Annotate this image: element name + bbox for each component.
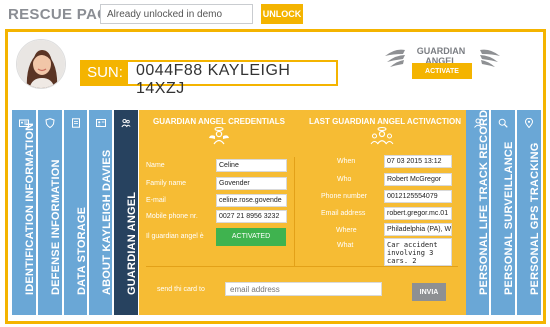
who-field[interactable]: Robert McGregor	[384, 173, 452, 186]
send-email-input[interactable]	[225, 282, 382, 296]
status-label: Il guardian angel è	[146, 233, 204, 240]
phone-number-field[interactable]: 0012125554079	[384, 190, 452, 203]
activation-title: LAST GUARDIAN ANGEL ACTIVACTION	[309, 117, 461, 126]
tab-label: GUARDIAN ANGEL	[126, 191, 138, 295]
send-card-label: send thi card to	[157, 286, 205, 293]
horizontal-divider	[146, 266, 458, 267]
where-label: Where	[336, 227, 357, 234]
when-label: When	[337, 158, 356, 165]
name-label: Name	[146, 162, 165, 169]
tab-about-kayleigh-davies[interactable]: ABOUT KAYLEIGH DAVIES	[89, 110, 113, 315]
tab-label: ABOUT KAYLEIGH DAVIES	[100, 149, 113, 295]
tab-label: IDENTIFICATION INFORMATION	[24, 122, 36, 295]
magnifier-icon	[498, 118, 508, 128]
tab-personal-gps-tracking[interactable]: PERSONAL GPS TRACKING	[517, 110, 542, 315]
tab-personal-life-track-record[interactable]: PERSONAL LIFE TRACK RECORD	[466, 110, 490, 315]
database-icon	[71, 118, 80, 128]
column-divider	[294, 157, 295, 267]
top-bar: RESCUE PAGE UNLOCK	[0, 0, 550, 30]
gps-icon	[524, 118, 534, 128]
right-wing-icon	[480, 49, 500, 67]
unlock-button[interactable]: UNLOCK	[261, 4, 303, 24]
email-field[interactable]: celine.rose.govende	[216, 194, 287, 207]
email-address-field[interactable]: robert.gregor.mc.01	[384, 207, 452, 220]
tab-label: PERSONAL SURVEILLANCE	[503, 141, 515, 295]
where-field[interactable]: Philadelphia (PA), Wa	[384, 223, 452, 236]
activated-status-badge: ACTIVATED	[216, 228, 286, 246]
shield-icon	[45, 118, 55, 128]
mobile-phone-label: Mobile phone nr.	[146, 213, 198, 220]
sun-value: 0044F88 KAYLEIGH 14XZJ	[136, 62, 291, 97]
tab-guardian-angel[interactable]: GUARDIAN ANGEL	[114, 110, 139, 315]
group-angel-icon	[370, 127, 394, 145]
unlock-code-input[interactable]	[100, 4, 253, 24]
people-icon	[121, 118, 131, 128]
sun-label: SUN:	[82, 62, 128, 84]
contact-card-icon	[95, 119, 106, 127]
tab-label: DATA STORAGE	[75, 206, 88, 295]
phone-number-label: Phone number	[321, 193, 367, 200]
email-label: E-mail	[146, 197, 166, 204]
who-label: Who	[337, 176, 352, 183]
sun-code-box: SUN: 0044F88 KAYLEIGH 14XZJ	[80, 60, 338, 97]
tab-label: DEFENSE INFORMATION	[50, 159, 62, 295]
activate-button[interactable]: ACTIVATE	[412, 63, 472, 79]
what-label: What	[337, 242, 354, 249]
what-text: Car accident involving 3 cars. 2	[387, 241, 438, 265]
name-field[interactable]: Celine	[216, 159, 287, 172]
tab-defense-information[interactable]: DEFENSE INFORMATION	[38, 110, 63, 315]
when-field[interactable]: 07 03 2015 13:12	[384, 155, 452, 168]
tab-personal-surveillance[interactable]: PERSONAL SURVEILLANCE	[491, 110, 516, 315]
tab-label: PERSONAL LIFE TRACK RECORD	[477, 109, 490, 295]
mobile-phone-field[interactable]: 0027 21 8956 3232	[216, 210, 287, 223]
tab-identification-information[interactable]: IDENTIFICATION INFORMATION	[12, 110, 37, 315]
avatar	[16, 39, 66, 89]
family-name-label: Family name	[146, 180, 187, 187]
send-button[interactable]: INVIA	[412, 283, 446, 301]
tab-data-storage[interactable]: DATA STORAGE	[64, 110, 88, 315]
angel-icon	[209, 127, 229, 145]
what-textarea[interactable]: Car accident involving 3 cars. 2	[384, 238, 452, 266]
credentials-title: GUARDIAN ANGEL CREDENTIALS	[152, 117, 285, 126]
family-name-field[interactable]: Govender	[216, 177, 287, 190]
tab-label: PERSONAL GPS TRACKING	[529, 142, 541, 295]
email-address-label: Email address	[321, 210, 366, 217]
